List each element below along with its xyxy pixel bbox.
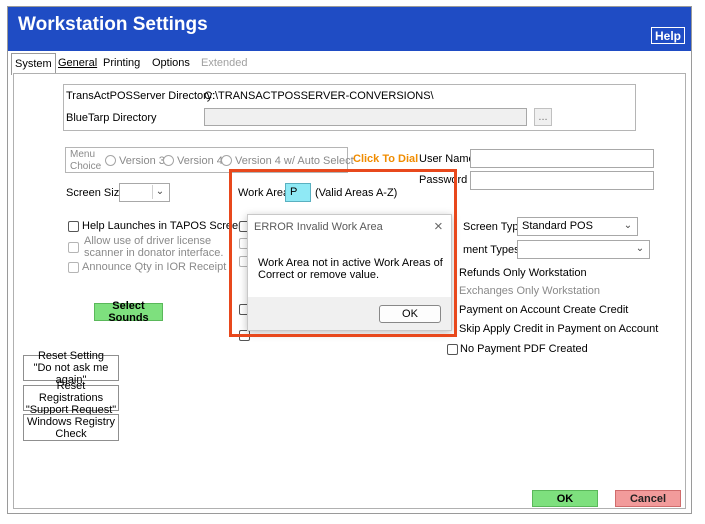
select-sounds-button[interactable]: Select Sounds: [94, 300, 163, 324]
server-directory-label: TransActPOSServer Directory:: [66, 90, 216, 102]
payment-types-select[interactable]: ⌄: [517, 240, 650, 259]
help-launches-checkbox[interactable]: [68, 221, 79, 232]
payment-on-account-label: Payment on Account Create Credit: [459, 304, 629, 316]
user-name-label: User Name: [419, 153, 475, 165]
no-payment-pdf-label: No Payment PDF Created: [460, 343, 588, 355]
chevron-down-icon: ⌄: [623, 220, 633, 231]
tab-extended: Extended: [201, 57, 248, 69]
skip-apply-credit-label: Skip Apply Credit in Payment on Account: [459, 323, 659, 335]
reset-setting-button[interactable]: Reset Setting "Do not ask me again": [23, 350, 119, 386]
menu-choice-label-2: Choice: [70, 161, 102, 172]
bluetarp-directory-label: BlueTarp Directory: [66, 112, 157, 124]
announce-qty-label: Announce Qty in IOR Receipt: [82, 261, 227, 273]
server-directory-value: C:\TRANSACTPOSSERVER-CONVERSIONS\: [204, 90, 434, 102]
password-input[interactable]: [470, 171, 654, 190]
windows-registry-line-2: Check: [55, 427, 87, 440]
click-to-dial-link[interactable]: Click To Dial: [353, 153, 418, 165]
tab-general[interactable]: General: [55, 53, 100, 73]
no-payment-pdf-checkbox[interactable]: [447, 344, 458, 355]
announce-qty-checkbox[interactable]: [68, 262, 79, 273]
tab-options[interactable]: Options: [149, 53, 193, 73]
refunds-only-label: Refunds Only Workstation: [459, 267, 587, 279]
radio-version-4-auto-label: Version 4 w/ Auto Select: [235, 155, 354, 167]
reset-registrations-button[interactable]: Reset Registrations "Support Request": [23, 380, 119, 416]
browse-button[interactable]: ...: [534, 108, 552, 126]
tab-bar: System General Printing Options Extended: [8, 53, 691, 75]
radio-version-4-auto[interactable]: [221, 155, 232, 166]
driver-license-checkbox[interactable]: [68, 242, 79, 253]
title-bar: Workstation Settings Help: [8, 7, 691, 51]
radio-version-4-label: Version 4: [177, 155, 223, 167]
reset-registrations-line-1: Reset Registrations: [38, 380, 104, 404]
driver-license-label-2: scanner in donator interface.: [84, 247, 224, 259]
tab-printing[interactable]: Printing: [100, 53, 143, 73]
cancel-button[interactable]: Cancel: [615, 490, 681, 507]
bluetarp-directory-field[interactable]: [204, 108, 527, 126]
screen-size-label: Screen Size: [66, 187, 126, 199]
help-button[interactable]: Help: [651, 27, 685, 44]
screen-type-label: Screen Type: [463, 221, 525, 233]
windows-registry-check-button[interactable]: Windows Registry Check: [23, 414, 119, 441]
windows-registry-line-1: Windows Registry: [26, 415, 116, 428]
payment-types-label: ment Types: [463, 244, 520, 256]
error-highlight-frame: [229, 169, 457, 337]
reset-setting-line-1: Reset Setting: [37, 350, 105, 362]
radio-version-4[interactable]: [163, 155, 174, 166]
driver-license-label-1: Allow use of driver license: [84, 235, 212, 247]
tab-system[interactable]: System: [11, 53, 56, 75]
exchanges-only-label: Exchanges Only Workstation: [459, 285, 601, 297]
radio-version-3-label: Version 3: [119, 155, 165, 167]
radio-version-3[interactable]: [105, 155, 116, 166]
screen-type-value: Standard POS: [522, 220, 593, 232]
menu-choice-label-1: Menu: [70, 149, 96, 160]
screen-size-select[interactable]: ⌄: [119, 183, 170, 202]
chevron-down-icon: ⌄: [152, 185, 167, 199]
user-name-input[interactable]: [470, 149, 654, 168]
screen-type-select[interactable]: Standard POS ⌄: [517, 217, 638, 236]
help-launches-label: Help Launches in TAPOS Screen: [82, 220, 245, 232]
ok-button[interactable]: OK: [532, 490, 598, 507]
chevron-down-icon: ⌄: [635, 243, 645, 254]
window-title: Workstation Settings: [18, 14, 208, 35]
